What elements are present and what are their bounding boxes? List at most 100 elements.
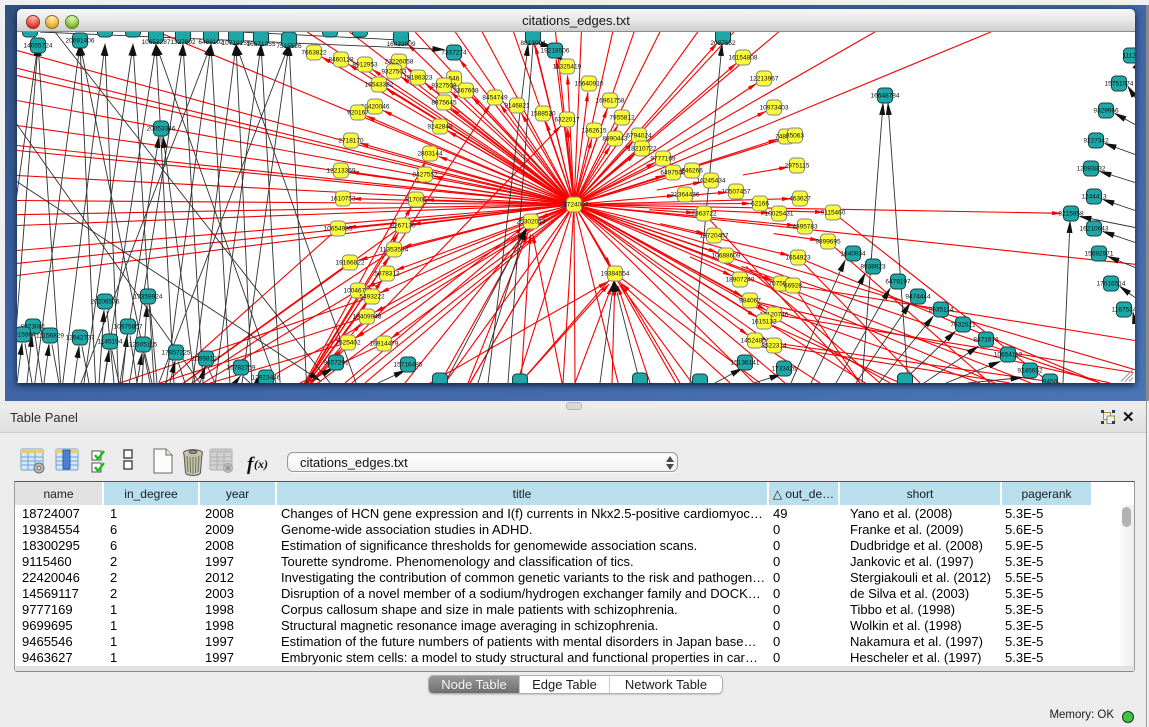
svg-text:1588520: 1588520	[530, 110, 556, 117]
svg-text:18720407: 18720407	[700, 232, 729, 239]
svg-text:18907249: 18907249	[726, 276, 755, 283]
svg-text:1610753: 1610753	[330, 195, 356, 202]
svg-text:9899695: 9899695	[815, 238, 841, 245]
svg-text:10654985: 10654985	[324, 225, 353, 232]
svg-text:9657291: 9657291	[323, 359, 349, 366]
svg-text:11353594: 11353594	[380, 246, 409, 253]
svg-text:16210643: 16210643	[1080, 225, 1109, 232]
svg-text:16033809: 16033809	[387, 41, 416, 48]
svg-text:2087652: 2087652	[710, 40, 736, 47]
svg-text:9115460: 9115460	[821, 209, 846, 216]
svg-text:10507457: 10507457	[722, 188, 751, 195]
svg-text:(x): (x)	[254, 457, 268, 471]
svg-text:8875645: 8875645	[431, 99, 457, 106]
svg-text:1167534: 1167534	[1112, 306, 1135, 313]
svg-text:8460128: 8460128	[328, 56, 354, 63]
svg-text:8813094: 8813094	[520, 40, 546, 47]
svg-text:1145194: 1145194	[98, 338, 123, 345]
svg-text:15692971: 15692971	[1085, 250, 1114, 257]
svg-text:66928: 66928	[784, 282, 802, 289]
svg-text:14055724: 14055724	[24, 42, 53, 49]
svg-text:1244413: 1244413	[1081, 193, 1107, 200]
svg-text:8215958: 8215958	[1058, 210, 1084, 217]
svg-text:9245652: 9245652	[1017, 367, 1043, 374]
svg-text:9777169: 9777169	[650, 155, 676, 162]
svg-text:8427552: 8427552	[412, 171, 438, 178]
svg-text:7955812: 7955812	[609, 114, 635, 121]
svg-text:5878312: 5878312	[374, 270, 400, 277]
svg-text:7357274: 7357274	[441, 49, 467, 56]
svg-text:9227342: 9227342	[1083, 137, 1109, 144]
svg-text:9146821: 9146821	[504, 102, 530, 109]
svg-text:4895783: 4895783	[792, 223, 818, 230]
svg-text:35063: 35063	[786, 132, 804, 139]
svg-text:11325419: 11325419	[553, 63, 582, 70]
svg-text:1733426: 1733426	[771, 365, 797, 372]
svg-text:16671355: 16671355	[247, 41, 276, 48]
svg-text:16245434: 16245434	[697, 177, 726, 184]
svg-text:9329966: 9329966	[1093, 107, 1119, 114]
svg-text:1654923: 1654923	[785, 254, 811, 261]
svg-text:920167: 920167	[347, 109, 369, 116]
svg-text:12213967: 12213967	[750, 75, 779, 82]
svg-text:3915964: 3915964	[17, 331, 36, 338]
svg-text:1640934: 1640934	[840, 250, 866, 257]
svg-text:12093832: 12093832	[1077, 165, 1106, 172]
svg-text:20691406: 20691406	[66, 37, 95, 44]
svg-text:6794024: 6794024	[626, 132, 652, 139]
svg-text:16782759: 16782759	[227, 364, 256, 371]
svg-text:7663822: 7663822	[301, 49, 327, 56]
svg-text:19166822: 19166822	[336, 259, 365, 266]
svg-text:16543382: 16543382	[365, 81, 394, 88]
svg-text:1362615: 1362615	[581, 127, 607, 134]
svg-text:8267130: 8267130	[390, 222, 416, 229]
svg-text:19218506: 19218506	[541, 47, 570, 54]
svg-text:7632621: 7632621	[950, 321, 976, 328]
svg-text:9242848: 9242848	[427, 123, 453, 130]
svg-text:12923446: 12923446	[252, 374, 281, 381]
svg-text:15716485: 15716485	[394, 361, 423, 368]
svg-text:7625402: 7625402	[335, 339, 361, 346]
svg-text:11156829: 11156829	[36, 332, 64, 339]
svg-text:6322017: 6322017	[554, 116, 580, 123]
svg-text:10958127: 10958127	[192, 355, 221, 362]
svg-text:18409948: 18409948	[353, 313, 382, 320]
svg-text:12505115: 12505115	[129, 341, 158, 348]
svg-text:17957225: 17957225	[162, 349, 191, 356]
svg-text:17359924: 17359924	[134, 293, 163, 300]
svg-text:18186323: 18186323	[404, 74, 433, 81]
svg-text:10653287: 10653287	[142, 39, 171, 46]
svg-text:15640910: 15640910	[575, 80, 604, 87]
svg-text:16154808: 16154808	[729, 54, 758, 61]
svg-text:463627: 463627	[789, 195, 811, 202]
svg-text:20053346: 20053346	[147, 125, 176, 132]
svg-text:19384554: 19384554	[601, 270, 630, 277]
svg-text:62166: 62166	[751, 200, 769, 207]
svg-text:817006: 817006	[405, 196, 427, 203]
svg-text:1615132: 1615132	[751, 318, 777, 325]
svg-text:10975857: 10975857	[114, 323, 143, 330]
svg-text:8471676: 8471676	[973, 336, 999, 343]
svg-text:17016514: 17016514	[1097, 280, 1126, 287]
svg-text:16914479: 16914479	[370, 340, 399, 347]
svg-text:21364436: 21364436	[671, 191, 700, 198]
svg-text:25302013: 25302013	[517, 218, 546, 225]
svg-text:15751074: 15751074	[1105, 80, 1134, 87]
svg-text:6479197: 6479197	[885, 278, 911, 285]
svg-text:9474444: 9474444	[905, 293, 931, 300]
svg-text:8454749: 8454749	[482, 94, 508, 101]
svg-text:6466102: 6466102	[198, 39, 224, 46]
svg-text:12213369: 12213369	[327, 167, 356, 174]
svg-text:2718170: 2718170	[338, 137, 364, 144]
svg-text:2367608: 2367608	[453, 87, 479, 94]
svg-text:9450: 9450	[1043, 378, 1058, 382]
svg-text:2935114: 2935114	[929, 306, 954, 313]
svg-text:1327602: 1327602	[170, 39, 196, 46]
svg-text:2803144: 2803144	[417, 150, 443, 157]
svg-text:10025431: 10025431	[765, 210, 794, 217]
svg-text:10973403: 10973403	[760, 104, 789, 111]
svg-text:10654112: 10654112	[994, 351, 1023, 358]
svg-text:18724007: 18724007	[560, 201, 589, 208]
svg-text:15136141: 15136141	[731, 359, 760, 366]
svg-text:8990443: 8990443	[602, 135, 628, 142]
